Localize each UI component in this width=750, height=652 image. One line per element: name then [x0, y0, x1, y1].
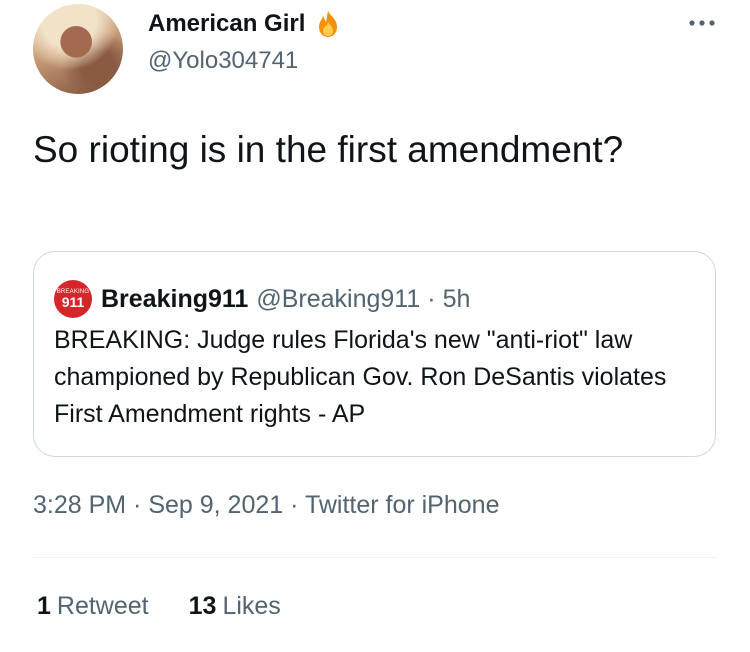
quoted-tweet-header: BREAKING 911 Breaking911 @Breaking911 · …	[54, 280, 470, 318]
quoted-display-name: Breaking911	[101, 284, 249, 313]
retweets-label: Retweet	[56, 592, 149, 620]
tweet-stats: 1 Retweet 13 Likes	[37, 592, 321, 621]
likes-count: 13	[188, 592, 217, 620]
tweet-date[interactable]: Sep 9, 2021	[148, 491, 283, 519]
author-handle[interactable]: @Yolo304741	[148, 47, 298, 75]
more-options-icon[interactable]	[687, 18, 717, 28]
tweet-text: So rioting is in the first amendment?	[33, 129, 624, 170]
quoted-handle: @Breaking911	[256, 284, 421, 313]
quoted-separator: ·	[427, 284, 436, 313]
author-avatar[interactable]	[33, 4, 123, 94]
tweet-source[interactable]: Twitter for iPhone	[305, 491, 500, 519]
quoted-avatar: BREAKING 911	[54, 280, 92, 318]
author-display-name[interactable]: American Girl	[148, 10, 305, 38]
quoted-tweet-text: BREAKING: Judge rules Florida's new "ant…	[54, 326, 667, 428]
tweet-time[interactable]: 3:28 PM	[33, 491, 126, 519]
likes-label: Likes	[222, 592, 281, 620]
quoted-time: 5h	[442, 284, 471, 313]
author-name-row: American Girl	[148, 9, 343, 39]
meta-separator: ·	[283, 491, 305, 519]
quoted-tweet[interactable]: BREAKING 911 Breaking911 @Breaking911 · …	[33, 251, 716, 457]
divider	[33, 557, 717, 558]
retweets-stat[interactable]: 1 Retweet	[37, 592, 149, 621]
retweets-count: 1	[37, 592, 51, 620]
fire-icon	[319, 11, 338, 37]
tweet-meta: 3:28 PM · Sep 9, 2021 · Twitter for iPho…	[33, 491, 499, 520]
quoted-avatar-text: 911	[61, 293, 85, 310]
likes-stat[interactable]: 13 Likes	[189, 592, 281, 621]
meta-separator: ·	[126, 491, 149, 519]
